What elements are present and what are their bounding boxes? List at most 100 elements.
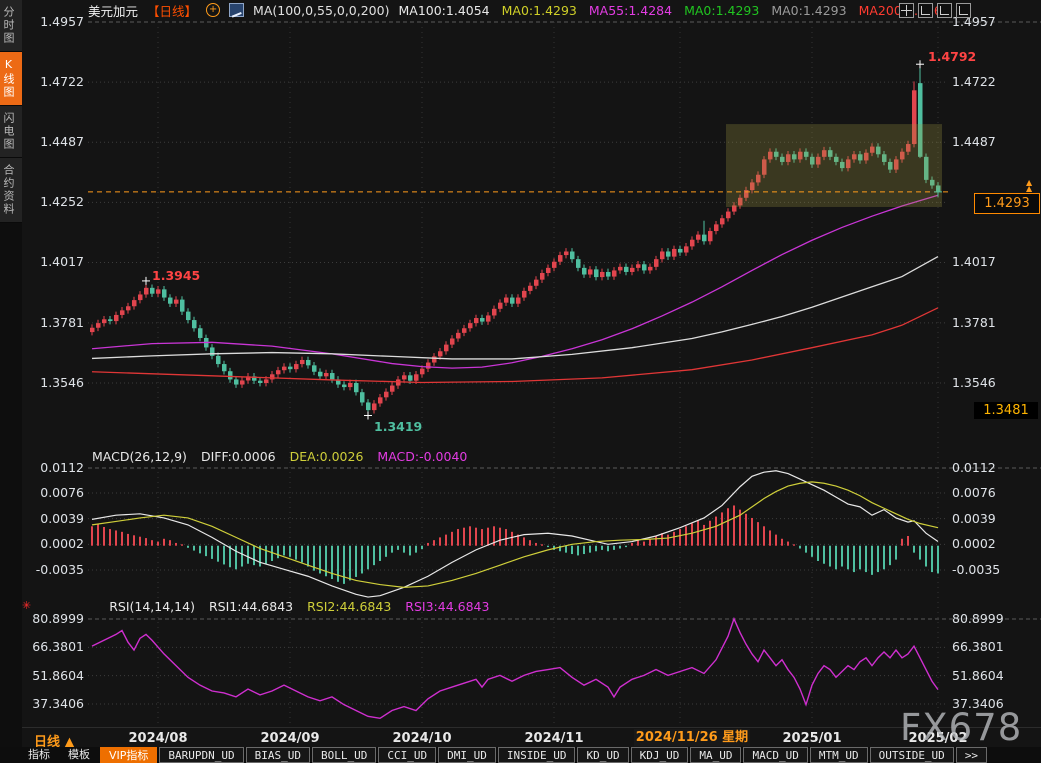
macd-dea-value: DEA:0.0026 xyxy=(290,449,364,464)
axis-tick-label: 0.0112 xyxy=(952,460,996,475)
crosshair-icon[interactable] xyxy=(899,3,914,18)
macd-header: MACD(26,12,9) DIFF:0.0006 DEA:0.0026 MAC… xyxy=(92,449,467,464)
toolbar-item-16[interactable]: >> xyxy=(956,747,987,763)
axis-tick-label: 66.3801 xyxy=(28,639,84,654)
rsi-header: ✳ RSI(14,14,14) RSI1:44.6843 RSI2:44.684… xyxy=(22,599,489,614)
ma-value: MA100:1.4054 xyxy=(398,3,489,18)
axis-tick-label: 0.0039 xyxy=(28,511,84,526)
chart-canvas[interactable] xyxy=(0,0,1041,763)
axis-tick-label: 51.8604 xyxy=(952,668,1004,683)
price-marker-icon: ▲▲ xyxy=(1026,180,1032,192)
axis-tick-label: 1.3781 xyxy=(952,315,996,330)
axis-tick-label: 1.4722 xyxy=(952,74,996,89)
macd-value: MACD:-0.0040 xyxy=(377,449,467,464)
ma-value: MA0:1.4293 xyxy=(684,3,759,18)
axis-tick-label: 1.4957 xyxy=(28,14,84,29)
sidebar-tab-timeshare[interactable]: 分时图 xyxy=(0,0,22,52)
left-sidebar: 分时图 K线图 闪电图 合约资料 xyxy=(0,0,22,763)
toolbar-item-1[interactable]: 指标 xyxy=(20,747,58,763)
axis-tick-label: 1.4722 xyxy=(28,74,84,89)
axis-tick-label: -0.0035 xyxy=(28,562,84,577)
rsi1-value: RSI1:44.6843 xyxy=(209,599,293,614)
low-price-tag: 1.3481 xyxy=(974,402,1038,419)
axis-tick-label: 1.4487 xyxy=(952,134,996,149)
sidebar-tab-kline[interactable]: K线图 xyxy=(0,52,22,106)
macd-title: MACD(26,12,9) xyxy=(92,449,187,464)
toolbar-item-12[interactable]: MA_UD xyxy=(690,747,741,763)
month-label: 2024/09 xyxy=(245,731,335,746)
axis-tick-label: 1.4017 xyxy=(952,254,996,269)
period-label[interactable]: 【日线】 xyxy=(147,1,197,20)
ma-value: MA55:1.4284 xyxy=(589,3,672,18)
month-label: 2025/01 xyxy=(767,731,857,746)
app-window: 分时图 K线图 闪电图 合约资料 美元加元 【日线】 + MA(100,0,55… xyxy=(0,0,1041,763)
toolbar-item-3[interactable]: VIP指标 xyxy=(100,747,157,763)
month-label: 2024/11 xyxy=(509,731,599,746)
toolbar-item-11[interactable]: KDJ_UD xyxy=(631,747,689,763)
axis-tick-label: 1.3546 xyxy=(28,375,84,390)
month-label: 2024/08 xyxy=(113,731,203,746)
toolbar-item-14[interactable]: MTM_UD xyxy=(810,747,868,763)
axis-tick-label: 1.3546 xyxy=(952,375,996,390)
panel-layout-icon[interactable] xyxy=(918,3,933,18)
axis-tick-label: 0.0076 xyxy=(28,485,84,500)
axis-tick-label: 51.8604 xyxy=(28,668,84,683)
swing-low-annotation: 1.3419 xyxy=(374,419,422,434)
axis-tick-label: -0.0035 xyxy=(952,562,1000,577)
sidebar-tab-contract-info[interactable]: 合约资料 xyxy=(0,158,22,223)
rsi-line xyxy=(92,619,938,719)
axis-tick-label: 0.0076 xyxy=(952,485,996,500)
rsi2-value: RSI2:44.6843 xyxy=(307,599,391,614)
axis-tick-label: 80.8999 xyxy=(952,611,1004,626)
time-axis: 日线 ▲ 2024/11/26 星期二 2024/082024/092024/1… xyxy=(0,727,1041,748)
axis-tick-label: 0.0039 xyxy=(952,511,996,526)
selection-box[interactable] xyxy=(726,124,942,207)
chart-tool-icons xyxy=(899,3,971,18)
add-indicator-icon[interactable]: + xyxy=(206,3,220,17)
toolbar-item-4[interactable]: BARUPDN_UD xyxy=(159,747,243,763)
indicator-toolbar: 指标模板VIP指标BARUPDN_UDBIAS_UDBOLL_UDCCI_UDD… xyxy=(0,747,1041,763)
ma-settings: MA(100,0,55,0,0,200) xyxy=(253,3,389,18)
axis-tick-label: 37.3406 xyxy=(28,696,84,711)
axis-tick-label: 1.3781 xyxy=(28,315,84,330)
panel-next-icon[interactable] xyxy=(956,3,971,18)
high-price-annotation: 1.4792 xyxy=(928,49,976,64)
axis-tick-label: 1.4252 xyxy=(28,194,84,209)
toolbar-item-6[interactable]: BOLL_UD xyxy=(312,747,376,763)
selected-date-label: 2024/11/26 星期二 xyxy=(634,729,750,746)
panel-expand-icon[interactable] xyxy=(937,3,952,18)
swing-cross-markers xyxy=(142,60,924,419)
axis-tick-label: 66.3801 xyxy=(952,639,1004,654)
axis-tick-label: 1.4487 xyxy=(28,134,84,149)
toolbar-item-13[interactable]: MACD_UD xyxy=(743,747,807,763)
toolbar-item-9[interactable]: INSIDE_UD xyxy=(498,747,576,763)
axis-tick-label: 0.0002 xyxy=(952,536,996,551)
axis-tick-label: 80.8999 xyxy=(28,611,84,626)
macd-layer xyxy=(92,471,938,597)
chart-type-icon[interactable] xyxy=(229,3,244,17)
ma-values: MA100:1.4054 MA0:1.4293 MA55:1.4284 MA0:1.4… xyxy=(398,3,949,18)
ma-lines xyxy=(92,195,938,382)
axis-tick-label: 1.4017 xyxy=(28,254,84,269)
sidebar-tab-lightning[interactable]: 闪电图 xyxy=(0,106,22,158)
current-price-tag: 1.4293 xyxy=(974,193,1040,214)
toolbar-item-5[interactable]: BIAS_UD xyxy=(246,747,310,763)
rsi-title: RSI(14,14,14) xyxy=(109,599,195,614)
toolbar-item-10[interactable]: KD_UD xyxy=(577,747,628,763)
symbol-name: 美元加元 xyxy=(88,1,138,20)
ma-value: MA0:1.4293 xyxy=(771,3,846,18)
axis-tick-label: 0.0002 xyxy=(28,536,84,551)
toolbar-item-15[interactable]: OUTSIDE_UD xyxy=(870,747,954,763)
month-label: 2024/10 xyxy=(377,731,467,746)
swing-high-annotation: 1.3945 xyxy=(152,268,200,283)
rsi3-value: RSI3:44.6843 xyxy=(405,599,489,614)
toolbar-item-7[interactable]: CCI_UD xyxy=(378,747,436,763)
axis-tick-label: 37.3406 xyxy=(952,696,1004,711)
toolbar-item-8[interactable]: DMI_UD xyxy=(438,747,496,763)
month-label: 2025/02 xyxy=(893,731,983,746)
axis-tick-label: 0.0112 xyxy=(28,460,84,475)
macd-diff-value: DIFF:0.0006 xyxy=(201,449,276,464)
toolbar-item-2[interactable]: 模板 xyxy=(60,747,98,763)
chart-header: 美元加元 【日线】 + MA(100,0,55,0,0,200) MA100:1… xyxy=(88,2,950,18)
ma-value: MA0:1.4293 xyxy=(502,3,577,18)
